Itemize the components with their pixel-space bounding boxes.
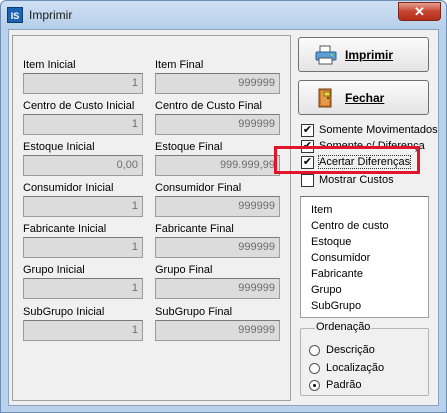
title-bar[interactable]: IS Imprimir ✕ (1, 1, 446, 29)
grupo-final-input[interactable]: 999999 (155, 278, 280, 299)
sort-field-list[interactable]: Item Centro de custo Estoque Consumidor … (300, 196, 429, 318)
centro-custo-final-input[interactable]: 999999 (155, 114, 280, 135)
ordering-group-title: Ordenação (315, 321, 372, 333)
consumidor-final-input[interactable]: 999999 (155, 196, 280, 217)
item-inicial-label: Item Inicial (23, 59, 76, 71)
consumidor-final-label: Consumidor Final (155, 182, 242, 194)
radio-button[interactable] (309, 363, 320, 374)
list-item[interactable]: Centro de custo (311, 220, 389, 232)
radio-label: Padrão (326, 379, 362, 391)
dialog-client-area: Item Inicial 1 Item Final 999999 Centro … (8, 29, 439, 406)
print-button-label: Imprimir (345, 48, 394, 62)
print-button[interactable]: Imprimir (298, 37, 429, 72)
checkbox[interactable] (301, 174, 314, 187)
option-label: Somente Movimentados (319, 124, 438, 136)
print-dialog-window: IS Imprimir ✕ Item Inicial 1 Item Final … (0, 0, 447, 413)
radio-button[interactable] (309, 345, 320, 356)
grupo-final-label: Grupo Final (155, 264, 213, 276)
list-item[interactable]: Grupo (311, 284, 342, 296)
estoque-inicial-input[interactable]: 0,00 (23, 155, 143, 176)
list-item[interactable]: Consumidor (311, 252, 370, 264)
annotation-highlight-box (274, 146, 420, 174)
window-title: Imprimir (29, 8, 73, 22)
item-final-label: Item Final (155, 59, 204, 71)
subgrupo-inicial-input[interactable]: 1 (23, 320, 143, 341)
estoque-final-label: Estoque Final (155, 141, 223, 153)
subgrupo-final-input[interactable]: 999999 (155, 320, 280, 341)
fabricante-final-label: Fabricante Final (155, 223, 234, 235)
radio-label: Descrição (326, 344, 375, 356)
subgrupo-final-label: SubGrupo Final (155, 306, 233, 318)
estoque-final-input[interactable]: 999.999,99 (155, 155, 280, 176)
list-item[interactable]: SubGrupo (311, 300, 361, 312)
close-button-label: Fechar (345, 91, 385, 105)
list-item[interactable]: Item (311, 204, 332, 216)
close-window-button[interactable]: ✕ (398, 2, 441, 21)
checkbox[interactable]: ✔ (301, 124, 314, 137)
exit-door-icon (318, 88, 332, 108)
grupo-inicial-input[interactable]: 1 (23, 278, 143, 299)
fabricante-final-input[interactable]: 999999 (155, 237, 280, 258)
centro-custo-inicial-label: Centro de Custo Inicial (23, 100, 135, 112)
estoque-inicial-label: Estoque Inicial (23, 141, 95, 153)
close-button[interactable]: Fechar (298, 80, 429, 115)
radio-button[interactable] (309, 380, 320, 391)
grupo-inicial-label: Grupo Inicial (23, 264, 85, 276)
fabricante-inicial-label: Fabricante Inicial (23, 223, 107, 235)
radio-label: Localização (326, 362, 385, 374)
printer-icon (315, 45, 337, 65)
centro-custo-inicial-input[interactable]: 1 (23, 114, 143, 135)
option-label: Mostrar Custos (319, 174, 394, 186)
item-final-input[interactable]: 999999 (155, 73, 280, 94)
list-item[interactable]: Fabricante (311, 268, 363, 280)
item-inicial-input[interactable]: 1 (23, 73, 143, 94)
fabricante-inicial-input[interactable]: 1 (23, 237, 143, 258)
consumidor-inicial-input[interactable]: 1 (23, 196, 143, 217)
consumidor-inicial-label: Consumidor Inicial (23, 182, 114, 194)
list-item[interactable]: Estoque (311, 236, 351, 248)
centro-custo-final-label: Centro de Custo Final (155, 100, 262, 112)
app-logo-icon: IS (7, 7, 23, 23)
subgrupo-inicial-label: SubGrupo Inicial (23, 306, 105, 318)
